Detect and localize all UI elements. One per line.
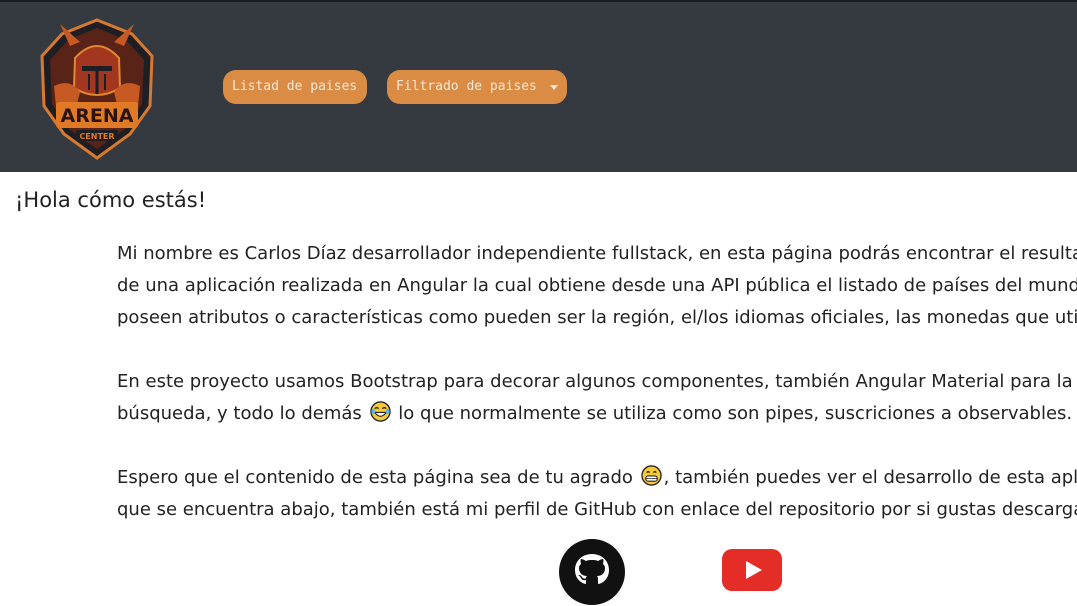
intro-paragraph-1-line-1: Mi nombre es Carlos Díaz desarrollador i… <box>117 243 1077 264</box>
nav-listado-paises-button[interactable]: Listad de paises <box>223 70 367 104</box>
intro-paragraph-2-line-1: En este proyecto usamos Bootstrap para d… <box>117 371 1077 392</box>
grinning-face-emoji-icon <box>640 465 662 486</box>
nav-filtrado-paises-label: Filtrado de paises <box>396 79 537 94</box>
dropdown-caret-icon <box>550 85 558 90</box>
intro-paragraph-2-line-2: búsqueda, y todo lo demás lo que normalm… <box>117 398 1077 430</box>
github-icon[interactable] <box>558 538 626 606</box>
intro-paragraph-3-line-1: Espero que el contenido de esta página s… <box>117 462 1077 494</box>
arena-center-logo-icon[interactable]: ARENA CENTER <box>40 16 155 162</box>
p2-text-before-emoji: búsqueda, y todo lo demás <box>117 403 362 424</box>
logo-subtitle: CENTER <box>79 132 114 141</box>
page-greeting: ¡Hola cómo estás! <box>15 188 207 212</box>
intro-paragraph-3-line-2: que se encuentra abajo, también está mi … <box>117 499 1077 520</box>
p2-text-after-emoji: lo que normalmente se utiliza como son p… <box>398 403 1073 424</box>
laughing-tears-emoji-icon <box>369 401 391 422</box>
p3-text-before-emoji: Espero que el contenido de esta página s… <box>117 467 633 488</box>
intro-content: Mi nombre es Carlos Díaz desarrollador i… <box>117 238 1077 526</box>
navbar: ARENA CENTER Listad de paises Filtrado d… <box>0 2 1077 172</box>
intro-paragraph-1-line-2: de una aplicación realizada en Angular l… <box>117 275 1077 296</box>
youtube-icon[interactable] <box>722 549 782 591</box>
p3-text-after-emoji: , también puedes ver el desarrollo de es… <box>663 467 1077 488</box>
intro-paragraph-1-line-3: poseen atributos o características como … <box>117 307 1077 328</box>
nav-filtrado-paises-dropdown[interactable]: Filtrado de paises <box>387 70 567 104</box>
nav-listado-paises-label: Listad de paises <box>232 79 358 94</box>
logo-title: ARENA <box>61 105 134 127</box>
